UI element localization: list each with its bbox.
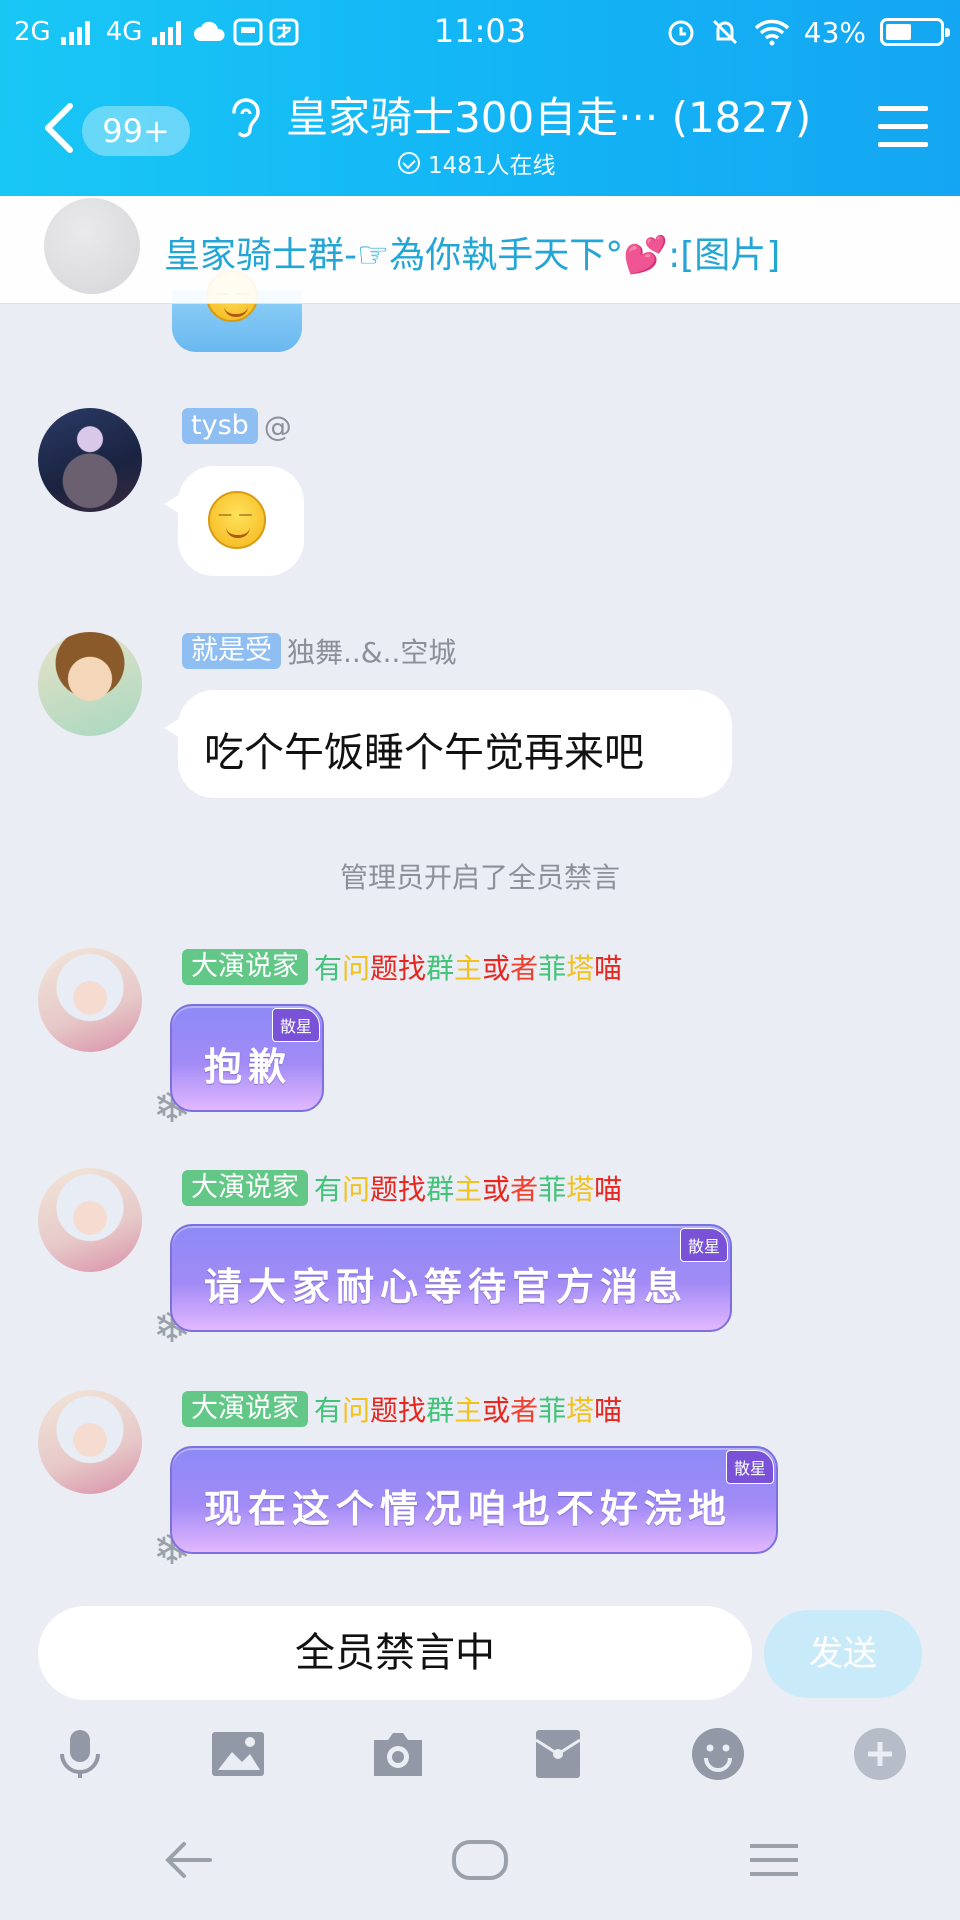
name-char: 题	[370, 1173, 399, 1206]
group-title[interactable]: 皇家骑士300自走··· (1827)	[286, 84, 811, 145]
pinned-notice-bar[interactable]: 皇家骑士群-☞為你執手天下°💕:[图片]	[0, 196, 960, 304]
menu-button[interactable]	[878, 106, 928, 150]
sender-name[interactable]: @	[264, 410, 292, 443]
message-text: 抱歉	[204, 1044, 293, 1089]
online-check-icon	[398, 152, 420, 174]
sender-name[interactable]: 有问题找群主或者菲塔喵	[314, 947, 622, 987]
back-icon[interactable]	[160, 1830, 216, 1890]
home-icon[interactable]	[450, 1830, 510, 1890]
avatar[interactable]	[38, 948, 142, 1052]
name-char: 有	[314, 952, 343, 985]
name-char: 问	[342, 1173, 371, 1206]
name-char: 群	[426, 1173, 455, 1206]
rank-badge: 散星	[725, 1450, 774, 1484]
name-char: 有	[314, 1173, 343, 1206]
sender-name[interactable]: 有问题找群主或者菲塔喵	[314, 1389, 622, 1429]
name-char: 群	[426, 1394, 455, 1427]
sender-tag[interactable]: 大演说家	[182, 1170, 308, 1206]
sender-row: tysb @	[182, 408, 292, 444]
mic-icon[interactable]	[52, 1726, 108, 1782]
avatar[interactable]	[38, 1168, 142, 1272]
name-char: 题	[370, 1394, 399, 1427]
name-char: 找	[398, 952, 427, 985]
system-nav-bar	[0, 1800, 960, 1920]
name-char: 找	[398, 1173, 427, 1206]
sender-row: 大演说家 有问题找群主或者菲塔喵	[182, 1168, 622, 1208]
system-message: 管理员开启了全员禁言	[339, 861, 620, 894]
online-count: 1481人在线	[398, 146, 556, 180]
sender-tag[interactable]: 大演说家	[182, 1391, 308, 1427]
name-char: 者	[510, 952, 539, 985]
message-text: 请大家耐心等待官方消息	[204, 1264, 689, 1309]
message-bubble[interactable]: 散星 现在这个情况咱也不好浣地	[170, 1446, 778, 1554]
sender-tag[interactable]: 大演说家	[182, 949, 308, 985]
name-char: 问	[342, 952, 371, 985]
avatar[interactable]	[38, 1390, 142, 1494]
battery-icon	[880, 18, 950, 46]
name-char: 主	[454, 1394, 483, 1427]
sender-row: 就是受 独舞..&..空城	[182, 631, 456, 671]
image-icon[interactable]	[210, 1726, 266, 1782]
message-bubble[interactable]: 散星 抱歉	[170, 1004, 324, 1112]
back-button[interactable]	[40, 100, 80, 156]
name-char: 喵	[594, 952, 623, 985]
wifi-icon	[754, 19, 789, 46]
name-char: 题	[370, 952, 399, 985]
battery-percent: 43%	[803, 15, 866, 49]
avatar[interactable]	[38, 408, 142, 512]
name-char: 菲	[538, 1394, 567, 1427]
send-button[interactable]: 发送	[764, 1610, 922, 1698]
name-char: 或	[482, 1394, 511, 1427]
message-bubble[interactable]: 吃个午饭睡个午觉再来吧	[164, 690, 732, 798]
message-input[interactable]: 全员禁言中	[38, 1606, 752, 1700]
avatar[interactable]	[38, 632, 142, 736]
sender-name[interactable]: 独舞..&..空城	[287, 631, 456, 671]
name-char: 或	[482, 1173, 511, 1206]
sender-row: 大演说家 有问题找群主或者菲塔喵	[182, 947, 622, 987]
menu-icon[interactable]	[748, 1830, 800, 1890]
name-char: 喵	[594, 1394, 623, 1427]
unread-count-badge[interactable]: 99+	[82, 106, 190, 156]
sender-row: 大演说家 有问题找群主或者菲塔喵	[182, 1389, 622, 1429]
name-char: 菲	[538, 952, 567, 985]
emoji-icon[interactable]	[690, 1726, 746, 1782]
name-char: 喵	[594, 1173, 623, 1206]
smirk-face-emoji	[208, 491, 266, 549]
message-bubble[interactable]: 散星 请大家耐心等待官方消息	[170, 1224, 732, 1332]
ear-icon[interactable]	[224, 94, 268, 144]
name-char: 菲	[538, 1173, 567, 1206]
name-char: 塔	[566, 952, 595, 985]
notice-text: 皇家骑士群-☞為你執手天下°💕:[图片]	[164, 235, 781, 276]
online-count-text: 1481人在线	[428, 153, 556, 179]
status-bar: 2G 4G 11:03 43%	[0, 0, 960, 62]
name-char: 群	[426, 952, 455, 985]
sender-tag[interactable]: 就是受	[182, 633, 281, 669]
plus-icon[interactable]	[852, 1726, 908, 1782]
notice-avatar	[44, 198, 140, 294]
sender-name[interactable]: 有问题找群主或者菲塔喵	[314, 1168, 622, 1208]
camera-icon[interactable]	[370, 1726, 426, 1782]
name-char: 问	[342, 1394, 371, 1427]
message-bubble[interactable]	[164, 466, 304, 576]
name-char: 有	[314, 1394, 343, 1427]
red-envelope-icon[interactable]	[530, 1726, 586, 1782]
alarm-icon	[668, 20, 694, 46]
chat-header: 2G 4G 11:03 43% 99+ 皇家骑士300自走··· (1827) …	[0, 0, 960, 196]
name-char: 或	[482, 952, 511, 985]
name-char: 塔	[566, 1173, 595, 1206]
name-char: 者	[510, 1394, 539, 1427]
mute-icon	[712, 19, 737, 45]
name-char: 找	[398, 1394, 427, 1427]
name-char: 主	[454, 1173, 483, 1206]
name-char: 主	[454, 952, 483, 985]
message-text: 现在这个情况咱也不好浣地	[204, 1486, 733, 1531]
message-text: 吃个午饭睡个午觉再来吧	[204, 730, 644, 776]
name-char: 者	[510, 1173, 539, 1206]
sender-tag[interactable]: tysb	[182, 408, 258, 444]
name-char: 塔	[566, 1394, 595, 1427]
